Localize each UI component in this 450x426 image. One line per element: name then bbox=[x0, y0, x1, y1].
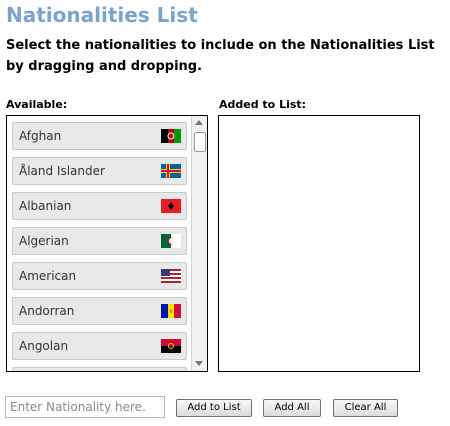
added-label: Added to List: bbox=[219, 98, 307, 111]
aland-islands-flag-icon bbox=[161, 164, 181, 178]
angola-flag-icon bbox=[161, 339, 181, 353]
afghanistan-flag-icon bbox=[161, 129, 181, 143]
list-item-label: Algerian bbox=[19, 234, 69, 248]
available-label: Available: bbox=[6, 98, 68, 111]
list-item-angolan[interactable]: Angolan bbox=[12, 332, 187, 360]
scroll-thumb[interactable] bbox=[194, 132, 206, 152]
list-item-label: Albanian bbox=[19, 199, 72, 213]
list-item-partial[interactable] bbox=[12, 367, 187, 371]
list-item-label: Andorran bbox=[19, 304, 75, 318]
united-states-flag-icon bbox=[161, 269, 181, 283]
add-to-list-button[interactable]: Add to List bbox=[176, 399, 252, 417]
list-item-aland-islander[interactable]: Åland Islander bbox=[12, 157, 187, 185]
instructions-text: Select the nationalities to include on t… bbox=[6, 38, 435, 74]
clear-all-button[interactable]: Clear All bbox=[333, 399, 398, 417]
andorra-flag-icon bbox=[161, 304, 181, 318]
nationality-input[interactable] bbox=[5, 396, 165, 418]
list-item-afghan[interactable]: Afghan bbox=[12, 122, 187, 150]
added-list-box[interactable] bbox=[218, 115, 420, 372]
algeria-flag-icon bbox=[161, 234, 181, 248]
albania-flag-icon bbox=[161, 199, 181, 213]
scroll-up-arrow-icon[interactable] bbox=[195, 120, 203, 125]
add-all-button[interactable]: Add All bbox=[263, 399, 321, 417]
list-item-american[interactable]: American bbox=[12, 262, 187, 290]
list-item-label: Angolan bbox=[19, 339, 69, 353]
list-item-label: Åland Islander bbox=[19, 164, 105, 178]
available-scrollbar[interactable] bbox=[191, 116, 207, 371]
available-list-box[interactable]: Afghan Åland Islander Albanian Algerian … bbox=[6, 115, 208, 372]
list-item-albanian[interactable]: Albanian bbox=[12, 192, 187, 220]
scroll-down-arrow-icon[interactable] bbox=[195, 361, 203, 366]
list-item-andorran[interactable]: Andorran bbox=[12, 297, 187, 325]
list-item-label: Afghan bbox=[19, 129, 62, 143]
list-item-label: American bbox=[19, 269, 77, 283]
page-title: Nationalities List bbox=[6, 3, 198, 27]
list-item-algerian[interactable]: Algerian bbox=[12, 227, 187, 255]
